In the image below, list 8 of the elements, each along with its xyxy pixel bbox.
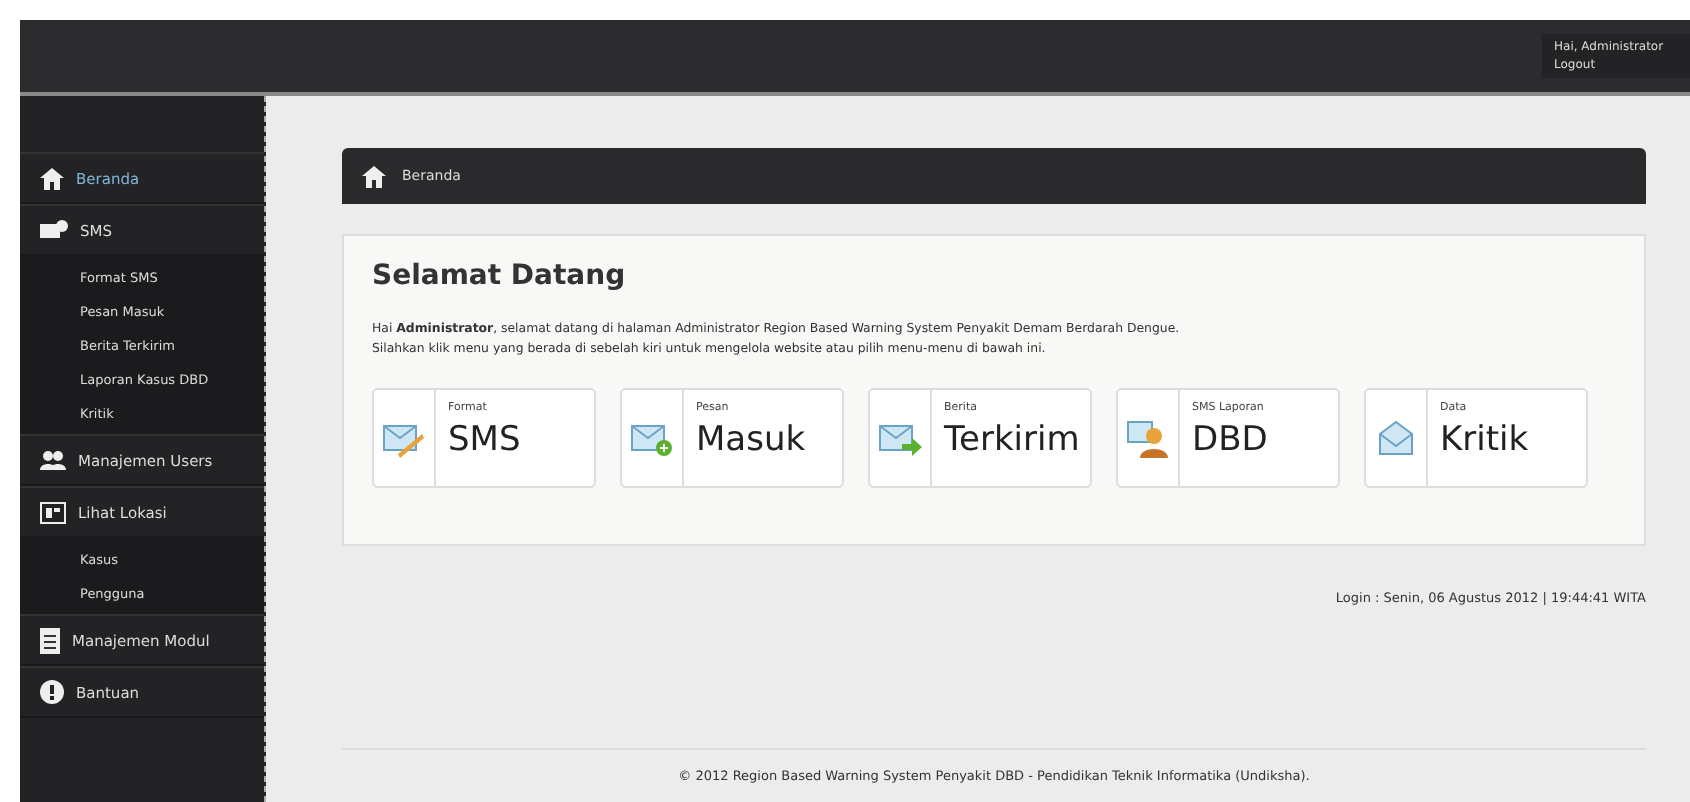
home-icon [40, 167, 64, 189]
map-icon [40, 501, 66, 523]
users-icon [40, 450, 66, 470]
home-icon [362, 165, 386, 187]
welcome-title: Selamat Datang [372, 260, 628, 292]
document-icon [40, 627, 60, 653]
alert-icon [40, 680, 64, 704]
person-report-icon [1126, 418, 1170, 458]
